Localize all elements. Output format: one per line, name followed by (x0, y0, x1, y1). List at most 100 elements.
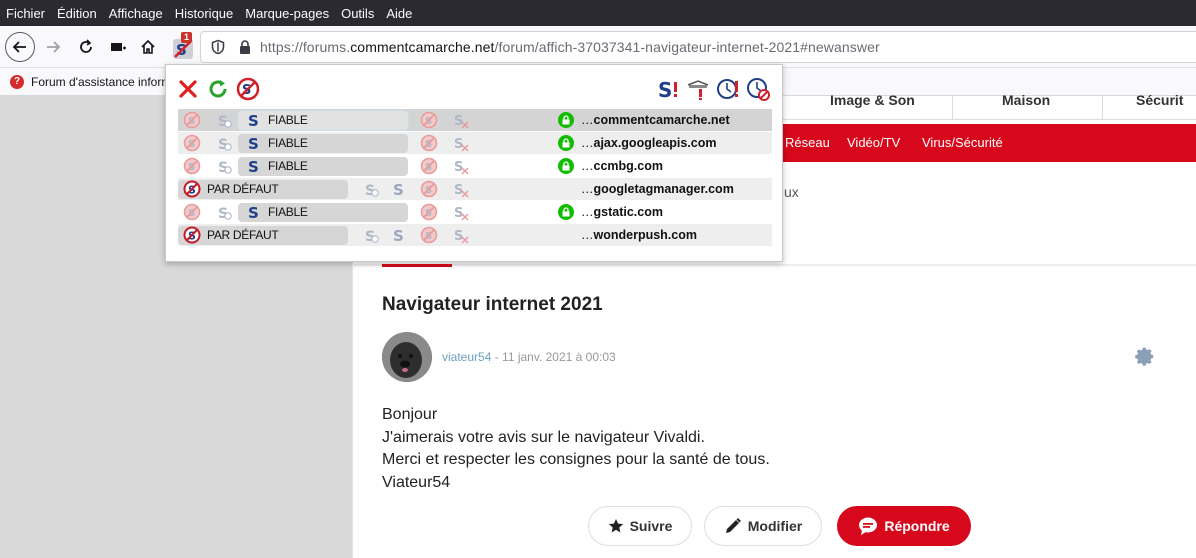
temp-trusted-script-icon[interactable]: S (215, 203, 233, 221)
svg-text:S: S (454, 183, 463, 198)
nav-reseau[interactable]: Réseau (785, 135, 830, 150)
custom-script-icon[interactable]: S (452, 134, 470, 152)
follow-button[interactable]: Suivre (588, 506, 692, 546)
nav-video-tv[interactable]: Vidéo/TV (847, 135, 900, 150)
trusted-script-icon[interactable]: S (390, 180, 408, 198)
breadcrumb-fragment: ux (784, 184, 799, 200)
temp-trusted-script-icon[interactable]: S (215, 134, 233, 152)
post-settings-button[interactable] (1134, 346, 1156, 371)
category-maison[interactable]: Maison (1002, 92, 1050, 108)
temp-trusted-script-icon[interactable]: S (215, 157, 233, 175)
untrusted-script-icon[interactable]: S (420, 111, 438, 129)
screenshot-button[interactable] (103, 32, 133, 62)
trusted-script-icon[interactable]: S (390, 226, 408, 244)
trusted-script-icon[interactable]: S (245, 111, 263, 129)
svg-text:S: S (393, 227, 404, 244)
trust-level-pill[interactable] (238, 134, 408, 153)
trust-level-pill[interactable] (238, 157, 408, 176)
temp-trusted-script-icon[interactable]: S (362, 180, 380, 198)
custom-script-icon[interactable]: S (452, 180, 470, 198)
reload-button[interactable] (71, 32, 101, 62)
svg-text:S: S (248, 204, 259, 221)
forward-button[interactable] (38, 32, 68, 62)
reload-icon (80, 39, 92, 53)
site-domain[interactable]: …ccmbg.com (581, 159, 663, 173)
global-disable-button[interactable]: S (236, 77, 260, 101)
temp-allow-button[interactable] (716, 77, 740, 101)
trusted-script-icon[interactable]: S (245, 203, 263, 221)
site-domain[interactable]: …wonderpush.com (581, 228, 697, 242)
author-link[interactable]: viateur54 (442, 350, 491, 364)
menu-fichier[interactable]: Fichier (0, 6, 51, 21)
home-button[interactable] (133, 32, 163, 62)
temp-trusted-script-icon[interactable]: S (215, 111, 233, 129)
bookmark-forum-assistance[interactable]: ? Forum d'assistance inform (10, 74, 172, 89)
https-lock-icon (558, 112, 574, 128)
menu-marque-pages[interactable]: Marque-pages (239, 6, 335, 21)
avatar[interactable] (382, 332, 432, 382)
default-script-icon[interactable]: S (183, 134, 201, 152)
menu-edition[interactable]: Édition (51, 6, 103, 21)
custom-script-icon[interactable]: S (452, 203, 470, 221)
untrusted-script-icon[interactable]: S (420, 226, 438, 244)
temp-trusted-script-icon[interactable]: S (362, 226, 380, 244)
site-row: S S S FIABLE S S …commentcamarche.net (178, 109, 772, 131)
custom-script-icon[interactable]: S (452, 111, 470, 129)
menu-outils[interactable]: Outils (335, 6, 380, 21)
untrusted-script-icon[interactable]: S (420, 157, 438, 175)
report-button[interactable] (686, 77, 710, 101)
category-securite[interactable]: Sécurit (1136, 92, 1183, 108)
url-text[interactable]: https://forums.commentcamarche.net/forum… (260, 39, 880, 55)
noscript-options-icon: S (658, 78, 677, 101)
default-script-icon[interactable]: S (183, 111, 201, 129)
dog-avatar-icon (382, 332, 432, 382)
content-border (352, 226, 353, 558)
arrow-right-icon (47, 41, 61, 53)
options-button[interactable]: S (658, 77, 682, 101)
untrusted-script-icon[interactable]: S (420, 203, 438, 221)
site-domain[interactable]: …gstatic.com (581, 205, 663, 219)
post-meta: viateur54 - 11 janv. 2021 à 00:03 (442, 350, 616, 364)
extension-badge: 1 (181, 32, 193, 43)
lock-icon[interactable] (238, 39, 252, 55)
svg-text:S: S (248, 135, 259, 152)
tracking-protection-icon[interactable] (210, 39, 226, 55)
untrusted-script-icon[interactable]: S (420, 134, 438, 152)
url-bar[interactable]: https://forums.commentcamarche.net/forum… (200, 31, 1196, 63)
menu-aide[interactable]: Aide (380, 6, 418, 21)
site-domain[interactable]: …commentcamarche.net (581, 113, 730, 127)
bookmark-label: Forum d'assistance inform (31, 74, 172, 89)
revoke-temp-button[interactable] (746, 77, 770, 101)
default-script-icon[interactable]: S (183, 203, 201, 221)
post-line: J'aimerais votre avis sur le navigateur … (382, 428, 705, 446)
default-script-active-icon[interactable]: S (183, 226, 201, 244)
svg-text:S: S (658, 78, 672, 101)
nav-virus-securite[interactable]: Virus/Sécurité (922, 135, 1003, 150)
reply-button[interactable]: Répondre (837, 506, 971, 546)
svg-text:S: S (248, 158, 259, 175)
trusted-script-icon[interactable]: S (245, 134, 263, 152)
trust-level-pill[interactable] (238, 111, 408, 130)
trust-level-label: PAR DÉFAUT (207, 182, 279, 196)
menu-historique[interactable]: Historique (169, 6, 240, 21)
svg-text:S: S (248, 112, 259, 129)
back-button[interactable] (5, 32, 35, 62)
default-script-icon[interactable]: S (183, 157, 201, 175)
site-domain[interactable]: …ajax.googleapis.com (581, 136, 716, 150)
gear-icon (1135, 347, 1154, 366)
trusted-script-icon[interactable]: S (245, 157, 263, 175)
reload-page-button[interactable] (206, 77, 230, 101)
untrusted-script-icon[interactable]: S (420, 180, 438, 198)
trust-level-pill[interactable] (238, 203, 408, 222)
site-row: S S S FIABLE S S …ccmbg.com (178, 155, 772, 177)
svg-text:S: S (454, 137, 463, 152)
edit-button[interactable]: Modifier (704, 506, 822, 546)
default-script-active-icon[interactable]: S (183, 180, 201, 198)
chat-bubble-icon (859, 517, 878, 535)
close-button[interactable] (176, 77, 200, 101)
custom-script-icon[interactable]: S (452, 226, 470, 244)
menu-affichage[interactable]: Affichage (103, 6, 169, 21)
category-image-son[interactable]: Image & Son (830, 92, 915, 108)
custom-script-icon[interactable]: S (452, 157, 470, 175)
site-domain[interactable]: …googletagmanager.com (581, 182, 734, 196)
